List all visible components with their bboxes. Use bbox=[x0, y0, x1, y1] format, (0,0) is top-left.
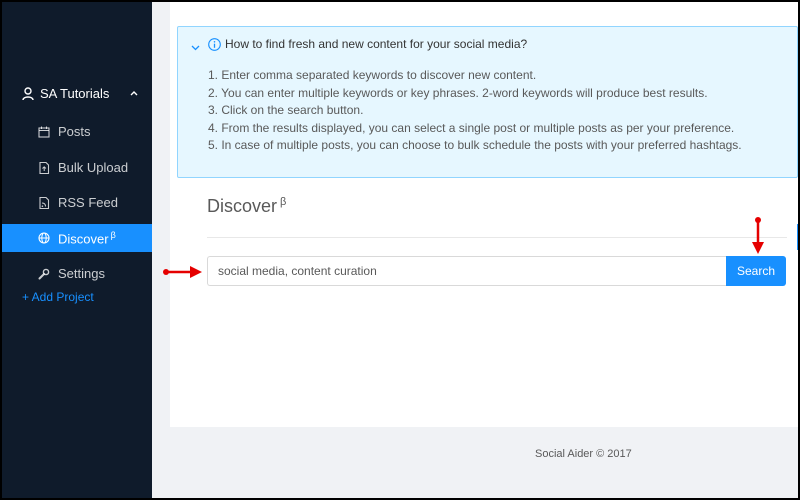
sidebar-item-label: Discover β bbox=[58, 230, 116, 247]
help-title: How to find fresh and new content for yo… bbox=[225, 37, 528, 51]
rss-file-icon bbox=[39, 197, 50, 209]
sidebar-item-label: Settings bbox=[58, 266, 105, 281]
chevron-down-icon[interactable] bbox=[191, 43, 200, 52]
help-step: 2. You can enter multiple keywords or ke… bbox=[208, 85, 708, 100]
sidebar-item-rss-feed[interactable]: RSS Feed bbox=[2, 189, 152, 217]
annotation-arrow-right-icon bbox=[163, 266, 202, 278]
beta-mark: β bbox=[110, 230, 116, 240]
help-step: 1. Enter comma separated keywords to dis… bbox=[208, 68, 537, 82]
help-steps: 1. Enter comma separated keywords to dis… bbox=[208, 67, 742, 155]
sidebar-item-settings[interactable]: Settings bbox=[2, 260, 152, 288]
project-menu-sa-tutorials[interactable]: SA Tutorials bbox=[2, 80, 152, 108]
divider bbox=[207, 237, 787, 238]
sidebar-item-label: Bulk Upload bbox=[58, 160, 129, 175]
help-collapse-panel[interactable]: How to find fresh and new content for yo… bbox=[177, 26, 798, 178]
search-button[interactable]: Search bbox=[726, 256, 786, 286]
calendar-icon bbox=[38, 126, 50, 138]
sidebar-item-label: Posts bbox=[58, 124, 91, 139]
sidebar-item-posts[interactable]: Posts bbox=[2, 118, 152, 146]
help-step: 3. Click on the search button. bbox=[208, 103, 364, 118]
app-window: SA Tutorials Posts Bulk Upload RSS Feed … bbox=[2, 2, 798, 498]
scroll-accent bbox=[797, 224, 798, 250]
sidebar-item-bulk-upload[interactable]: Bulk Upload bbox=[2, 154, 152, 182]
file-upload-icon bbox=[39, 162, 50, 174]
user-icon bbox=[22, 87, 34, 101]
project-label: SA Tutorials bbox=[40, 86, 110, 101]
sidebar-item-discover[interactable]: Discover β bbox=[2, 224, 152, 252]
annotation-arrow-down-icon bbox=[752, 217, 764, 254]
sidebar: SA Tutorials Posts Bulk Upload RSS Feed … bbox=[2, 2, 152, 498]
help-step: 5. In case of multiple posts, you can ch… bbox=[208, 138, 742, 153]
page-title: Discover β bbox=[207, 196, 287, 216]
add-project-link[interactable]: + Add Project bbox=[22, 290, 94, 304]
wrench-icon bbox=[38, 268, 50, 280]
globe-icon bbox=[38, 232, 50, 244]
beta-mark: β bbox=[280, 196, 287, 208]
chevron-up-icon bbox=[130, 91, 138, 96]
sidebar-item-label: RSS Feed bbox=[58, 195, 118, 210]
keyword-search-input[interactable] bbox=[207, 256, 726, 286]
help-step: 4. From the results displayed, you can s… bbox=[208, 120, 735, 135]
info-icon bbox=[208, 38, 221, 51]
footer-copyright: Social Aider © 2017 bbox=[535, 448, 632, 460]
